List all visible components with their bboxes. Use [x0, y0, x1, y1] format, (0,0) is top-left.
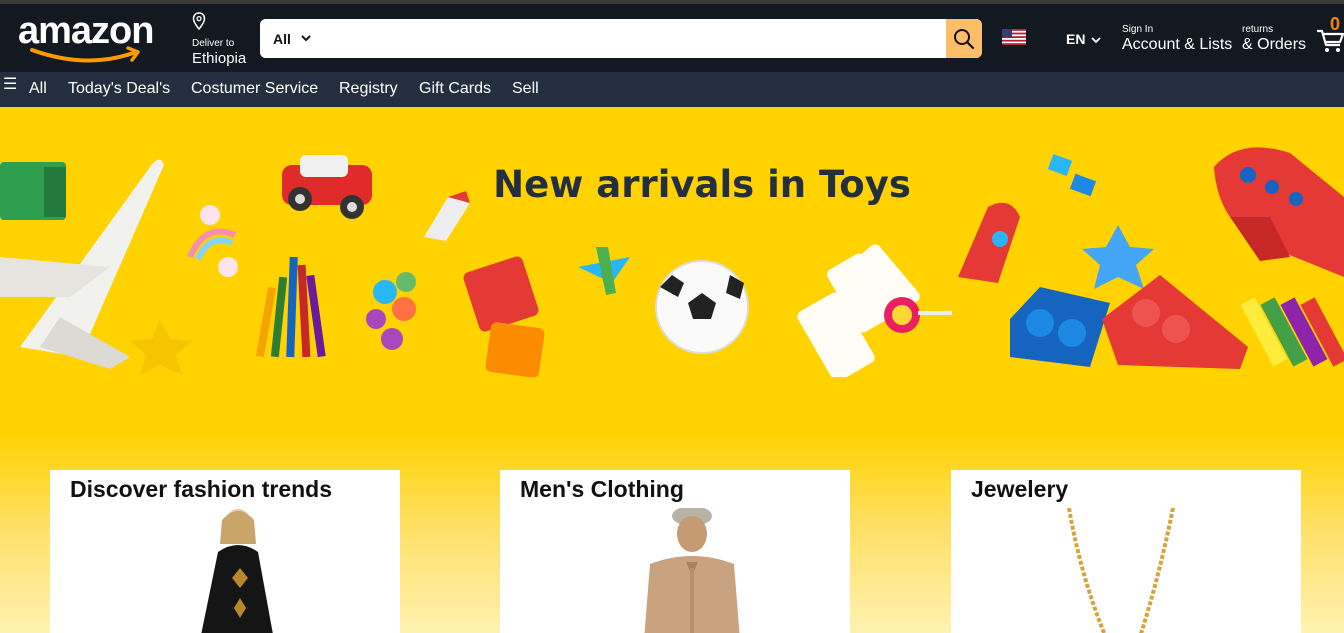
card-title: Men's Clothing: [520, 476, 684, 502]
amazon-smile-icon: [30, 46, 140, 63]
mens-clothing-product-image: [644, 508, 740, 633]
account-lists-label: Account & Lists: [1122, 36, 1233, 53]
language-selector[interactable]: EN: [1066, 31, 1101, 47]
hero-banner[interactable]: New arrivals in Toys Discover fashion tr…: [0, 107, 1344, 633]
search-category-label: All: [273, 30, 291, 47]
header: amazon Deliver to Ethiopia All EN Sign I…: [0, 4, 1344, 72]
search-button[interactable]: [946, 19, 982, 58]
sign-in-label: Sign In: [1122, 24, 1154, 35]
nav-item-sell[interactable]: Sell: [512, 80, 539, 98]
nav-item-all[interactable]: All: [29, 80, 47, 98]
deliver-to-label: Deliver to: [192, 38, 235, 49]
nav-item-gift-cards[interactable]: Gift Cards: [419, 80, 491, 98]
jewelery-product-image: [1067, 508, 1175, 633]
cart-icon: [1317, 29, 1344, 52]
hero-toys-illustration: [0, 147, 1344, 377]
location-pin-icon: [192, 12, 206, 31]
cart[interactable]: 0: [1316, 14, 1344, 62]
language-label: EN: [1066, 31, 1086, 47]
chevron-down-icon: [301, 33, 311, 45]
hero-title: New arrivals in Toys: [493, 163, 911, 206]
card-title: Discover fashion trends: [70, 476, 333, 502]
nav-item-registry[interactable]: Registry: [339, 80, 398, 98]
account-lists[interactable]: Sign In Account & Lists: [1122, 24, 1232, 54]
deliver-to[interactable]: Deliver to Ethiopia: [192, 12, 256, 67]
returns-orders[interactable]: returns & Orders: [1242, 24, 1306, 54]
search-category-dropdown[interactable]: All: [260, 19, 322, 58]
nav-item-customer-service[interactable]: Costumer Service: [191, 80, 318, 98]
deliver-location: Ethiopia: [192, 50, 247, 67]
search-icon: [954, 28, 975, 49]
chevron-down-icon: [1091, 37, 1101, 44]
us-flag-icon[interactable]: [1002, 29, 1026, 45]
nav-bar: ☰ All Today's Deal's Costumer Service Re…: [0, 72, 1344, 107]
fashion-product-image: [201, 509, 273, 633]
card-fashion[interactable]: Discover fashion trends: [50, 470, 400, 633]
card-jewelery[interactable]: Jewelery: [951, 470, 1301, 633]
search-bar: All: [260, 19, 982, 58]
returns-label: returns: [1242, 24, 1274, 35]
nav-item-todays-deals[interactable]: Today's Deal's: [68, 80, 170, 98]
card-mens-clothing[interactable]: Men's Clothing: [500, 470, 850, 633]
orders-label: & Orders: [1242, 36, 1307, 53]
search-input[interactable]: [322, 19, 946, 58]
hamburger-menu-icon[interactable]: ☰: [3, 74, 17, 94]
amazon-logo[interactable]: amazon: [18, 10, 176, 66]
card-title: Jewelery: [971, 476, 1069, 502]
